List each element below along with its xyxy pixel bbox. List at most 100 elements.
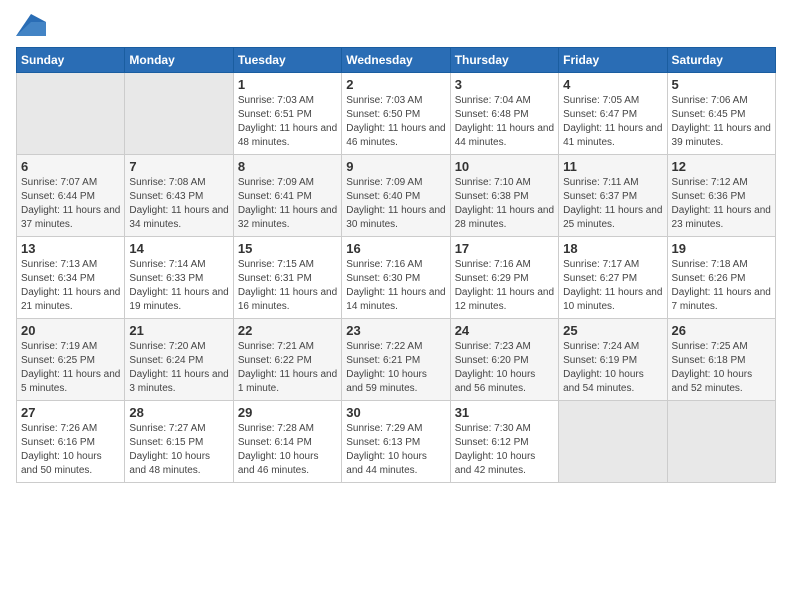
calendar-table: SundayMondayTuesdayWednesdayThursdayFrid… bbox=[16, 47, 776, 483]
calendar-cell: 21 Sunrise: 7:20 AMSunset: 6:24 PMDayligh… bbox=[125, 319, 233, 401]
logo-icon bbox=[16, 14, 46, 41]
calendar-dow-saturday: Saturday bbox=[667, 48, 775, 73]
calendar-cell: 7 Sunrise: 7:08 AMSunset: 6:43 PMDaylight… bbox=[125, 155, 233, 237]
calendar-cell: 30Sunrise: 7:29 AMSunset: 6:13 PMDayligh… bbox=[342, 401, 450, 483]
day-info: Sunrise: 7:03 AMSunset: 6:50 PMDaylight:… bbox=[346, 94, 445, 150]
calendar-week-row: 6Sunrise: 7:07 AMSunset: 6:44 PMDaylight… bbox=[17, 155, 776, 237]
day-info: Sunrise: 7:09 AMSunset: 6:40 PMDaylight:… bbox=[346, 176, 445, 232]
calendar-cell: 27 Sunrise: 7:26 AMSunset: 6:16 PMDayligh… bbox=[17, 401, 125, 483]
day-info: Sunrise: 7:09 AMSunset: 6:41 PMDaylight:… bbox=[238, 176, 337, 232]
day-number: 23 bbox=[346, 323, 445, 338]
day-number: 12 bbox=[672, 159, 771, 174]
calendar-cell: 4 Sunrise: 7:05 AMSunset: 6:47 PMDaylight… bbox=[559, 73, 667, 155]
calendar-cell bbox=[667, 401, 775, 483]
day-number: 3 bbox=[455, 77, 554, 92]
day-number: 25 bbox=[563, 323, 662, 338]
calendar-cell: 29 Sunrise: 7:28 AMSunset: 6:14 PMDayligh… bbox=[233, 401, 341, 483]
day-number: 18 bbox=[563, 241, 662, 256]
calendar-cell: 31 Sunrise: 7:30 AMSunset: 6:12 PMDayligh… bbox=[450, 401, 558, 483]
calendar-cell: 22Sunrise: 7:21 AMSunset: 6:22 PMDayligh… bbox=[233, 319, 341, 401]
day-info: Sunrise: 7:28 AMSunset: 6:14 PMDaylight:… bbox=[238, 422, 337, 478]
day-number: 8 bbox=[238, 159, 337, 174]
day-number: 7 bbox=[129, 159, 228, 174]
calendar-header-row: SundayMondayTuesdayWednesdayThursdayFrid… bbox=[17, 48, 776, 73]
day-number: 16 bbox=[346, 241, 445, 256]
calendar-cell: 19Sunrise: 7:18 AMSunset: 6:26 PMDayligh… bbox=[667, 237, 775, 319]
day-info: Sunrise: 7:26 AMSunset: 6:16 PMDaylight:… bbox=[21, 422, 120, 478]
day-info: Sunrise: 7:23 AMSunset: 6:20 PMDaylight:… bbox=[455, 340, 554, 396]
day-number: 19 bbox=[672, 241, 771, 256]
calendar-cell: 2 Sunrise: 7:03 AMSunset: 6:50 PMDaylight… bbox=[342, 73, 450, 155]
day-info: Sunrise: 7:27 AMSunset: 6:15 PMDaylight:… bbox=[129, 422, 228, 478]
calendar-cell: 9 Sunrise: 7:09 AMSunset: 6:40 PMDaylight… bbox=[342, 155, 450, 237]
day-number: 15 bbox=[238, 241, 337, 256]
day-info: Sunrise: 7:13 AMSunset: 6:34 PMDaylight:… bbox=[21, 258, 120, 314]
calendar-cell: 24 Sunrise: 7:23 AMSunset: 6:20 PMDayligh… bbox=[450, 319, 558, 401]
day-info: Sunrise: 7:07 AMSunset: 6:44 PMDaylight:… bbox=[21, 176, 120, 232]
calendar-cell: 5 Sunrise: 7:06 AMSunset: 6:45 PMDaylight… bbox=[667, 73, 775, 155]
day-number: 29 bbox=[238, 405, 337, 420]
calendar-cell: 14Sunrise: 7:14 AMSunset: 6:33 PMDayligh… bbox=[125, 237, 233, 319]
day-info: Sunrise: 7:06 AMSunset: 6:45 PMDaylight:… bbox=[672, 94, 771, 150]
day-info: Sunrise: 7:08 AMSunset: 6:43 PMDaylight:… bbox=[129, 176, 228, 232]
day-info: Sunrise: 7:16 AMSunset: 6:30 PMDaylight:… bbox=[346, 258, 445, 314]
day-info: Sunrise: 7:14 AMSunset: 6:33 PMDaylight:… bbox=[129, 258, 228, 314]
page: SundayMondayTuesdayWednesdayThursdayFrid… bbox=[0, 0, 792, 612]
day-number: 22 bbox=[238, 323, 337, 338]
day-number: 20 bbox=[21, 323, 120, 338]
calendar-cell: 6Sunrise: 7:07 AMSunset: 6:44 PMDaylight… bbox=[17, 155, 125, 237]
calendar-dow-friday: Friday bbox=[559, 48, 667, 73]
calendar-cell: 20Sunrise: 7:19 AMSunset: 6:25 PMDayligh… bbox=[17, 319, 125, 401]
day-number: 10 bbox=[455, 159, 554, 174]
calendar-week-row: 13 Sunrise: 7:13 AMSunset: 6:34 PMDayligh… bbox=[17, 237, 776, 319]
calendar-cell bbox=[125, 73, 233, 155]
day-number: 26 bbox=[672, 323, 771, 338]
day-info: Sunrise: 7:20 AMSunset: 6:24 PMDaylight:… bbox=[129, 340, 228, 396]
day-number: 4 bbox=[563, 77, 662, 92]
calendar-cell: 25Sunrise: 7:24 AMSunset: 6:19 PMDayligh… bbox=[559, 319, 667, 401]
calendar-cell: 3Sunrise: 7:04 AMSunset: 6:48 PMDaylight… bbox=[450, 73, 558, 155]
calendar-cell bbox=[17, 73, 125, 155]
calendar-cell: 17 Sunrise: 7:16 AMSunset: 6:29 PMDayligh… bbox=[450, 237, 558, 319]
day-info: Sunrise: 7:05 AMSunset: 6:47 PMDaylight:… bbox=[563, 94, 662, 150]
day-number: 5 bbox=[672, 77, 771, 92]
day-number: 28 bbox=[129, 405, 228, 420]
day-number: 2 bbox=[346, 77, 445, 92]
calendar-dow-thursday: Thursday bbox=[450, 48, 558, 73]
day-number: 13 bbox=[21, 241, 120, 256]
calendar: SundayMondayTuesdayWednesdayThursdayFrid… bbox=[0, 47, 792, 612]
day-number: 31 bbox=[455, 405, 554, 420]
day-number: 1 bbox=[238, 77, 337, 92]
calendar-cell bbox=[559, 401, 667, 483]
day-number: 30 bbox=[346, 405, 445, 420]
day-info: Sunrise: 7:11 AMSunset: 6:37 PMDaylight:… bbox=[563, 176, 662, 232]
calendar-cell: 13 Sunrise: 7:13 AMSunset: 6:34 PMDayligh… bbox=[17, 237, 125, 319]
calendar-cell: 8 Sunrise: 7:09 AMSunset: 6:41 PMDaylight… bbox=[233, 155, 341, 237]
calendar-cell: 18 Sunrise: 7:17 AMSunset: 6:27 PMDayligh… bbox=[559, 237, 667, 319]
day-info: Sunrise: 7:17 AMSunset: 6:27 PMDaylight:… bbox=[563, 258, 662, 314]
day-number: 24 bbox=[455, 323, 554, 338]
calendar-dow-sunday: Sunday bbox=[17, 48, 125, 73]
day-info: Sunrise: 7:16 AMSunset: 6:29 PMDaylight:… bbox=[455, 258, 554, 314]
logo bbox=[16, 14, 50, 41]
day-info: Sunrise: 7:03 AMSunset: 6:51 PMDaylight:… bbox=[238, 94, 337, 150]
day-number: 9 bbox=[346, 159, 445, 174]
day-info: Sunrise: 7:30 AMSunset: 6:12 PMDaylight:… bbox=[455, 422, 554, 478]
calendar-week-row: 20Sunrise: 7:19 AMSunset: 6:25 PMDayligh… bbox=[17, 319, 776, 401]
day-number: 27 bbox=[21, 405, 120, 420]
day-number: 17 bbox=[455, 241, 554, 256]
calendar-cell: 28 Sunrise: 7:27 AMSunset: 6:15 PMDayligh… bbox=[125, 401, 233, 483]
calendar-cell: 1 Sunrise: 7:03 AMSunset: 6:51 PMDaylight… bbox=[233, 73, 341, 155]
calendar-cell: 11Sunrise: 7:11 AMSunset: 6:37 PMDayligh… bbox=[559, 155, 667, 237]
calendar-week-row: 1 Sunrise: 7:03 AMSunset: 6:51 PMDaylight… bbox=[17, 73, 776, 155]
day-info: Sunrise: 7:15 AMSunset: 6:31 PMDaylight:… bbox=[238, 258, 337, 314]
calendar-cell: 23Sunrise: 7:22 AMSunset: 6:21 PMDayligh… bbox=[342, 319, 450, 401]
day-info: Sunrise: 7:12 AMSunset: 6:36 PMDaylight:… bbox=[672, 176, 771, 232]
calendar-week-row: 27 Sunrise: 7:26 AMSunset: 6:16 PMDayligh… bbox=[17, 401, 776, 483]
calendar-cell: 16 Sunrise: 7:16 AMSunset: 6:30 PMDayligh… bbox=[342, 237, 450, 319]
day-info: Sunrise: 7:10 AMSunset: 6:38 PMDaylight:… bbox=[455, 176, 554, 232]
header bbox=[0, 0, 792, 47]
day-number: 21 bbox=[129, 323, 228, 338]
calendar-cell: 15 Sunrise: 7:15 AMSunset: 6:31 PMDayligh… bbox=[233, 237, 341, 319]
calendar-dow-monday: Monday bbox=[125, 48, 233, 73]
